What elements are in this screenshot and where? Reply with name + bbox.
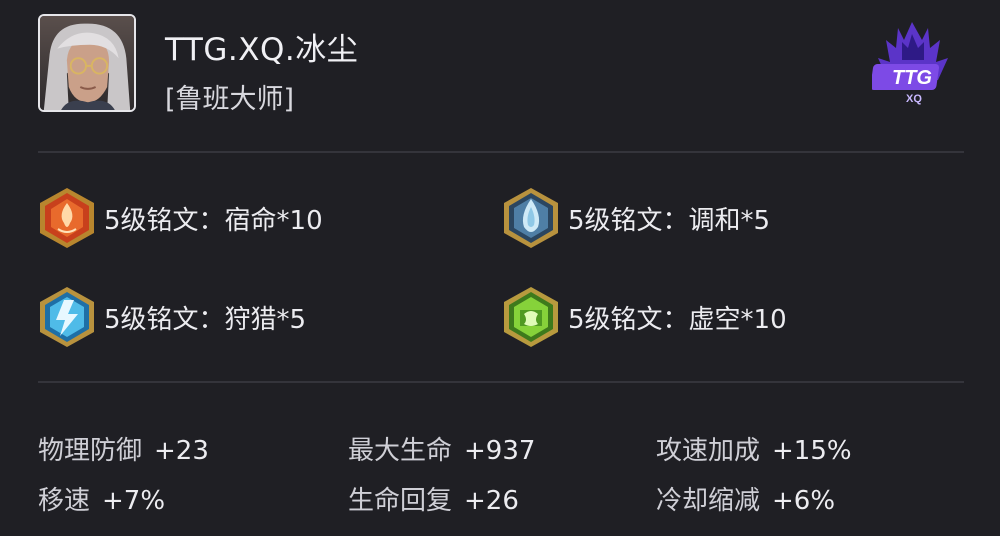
hunt-rune-icon [40, 287, 94, 347]
header-divider [38, 151, 964, 153]
player-name: TTG.XQ.冰尘 [165, 32, 359, 68]
stat-item: 最大生命 +937 [348, 430, 535, 467]
rune-hunt: 5级铭文：狩猎*5 [34, 284, 306, 350]
team-logo: TTG XQ [870, 18, 954, 110]
team-logo-subtext: XQ [906, 93, 922, 105]
destiny-rune-icon [40, 188, 94, 248]
rune-void: 5级铭文：虚空*10 [498, 284, 787, 350]
rune-label: 5级铭文：宿命*10 [104, 205, 323, 236]
stat-value: +23 [154, 436, 209, 466]
rune-label: 5级铭文：虚空*10 [568, 304, 787, 335]
stat-item: 移速 +7% [38, 480, 165, 517]
stat-name: 攻速加成 [656, 436, 761, 466]
hero-name: [鲁班大师] [165, 84, 295, 115]
stat-item: 攻速加成 +15% [656, 430, 852, 467]
hero-avatar [38, 14, 136, 112]
stat-name: 生命回复 [348, 486, 453, 516]
stat-item: 物理防御 +23 [38, 430, 209, 467]
stat-value: +7% [102, 486, 166, 516]
void-rune-icon [504, 287, 558, 347]
rune-label: 5级铭文：调和*5 [568, 205, 771, 236]
stat-value: +937 [464, 436, 536, 466]
stat-value: +26 [464, 486, 519, 516]
stat-value: +15% [772, 436, 852, 466]
rune-label: 5级铭文：狩猎*5 [104, 304, 307, 335]
stat-item: 冷却缩减 +6% [656, 480, 835, 517]
rune-destiny: 5级铭文：宿命*10 [34, 185, 323, 251]
team-logo-text: TTG [892, 67, 932, 89]
stat-name: 物理防御 [38, 436, 143, 466]
runes-divider [38, 381, 964, 383]
stat-item: 生命回复 +26 [348, 480, 519, 517]
stat-name: 移速 [38, 486, 91, 516]
stat-name: 最大生命 [348, 436, 453, 466]
stat-value: +6% [772, 486, 836, 516]
harmony-rune-icon [504, 188, 558, 248]
hero-portrait-image [40, 16, 134, 110]
rune-harmony: 5级铭文：调和*5 [498, 185, 770, 251]
stat-name: 冷却缩减 [656, 486, 761, 516]
